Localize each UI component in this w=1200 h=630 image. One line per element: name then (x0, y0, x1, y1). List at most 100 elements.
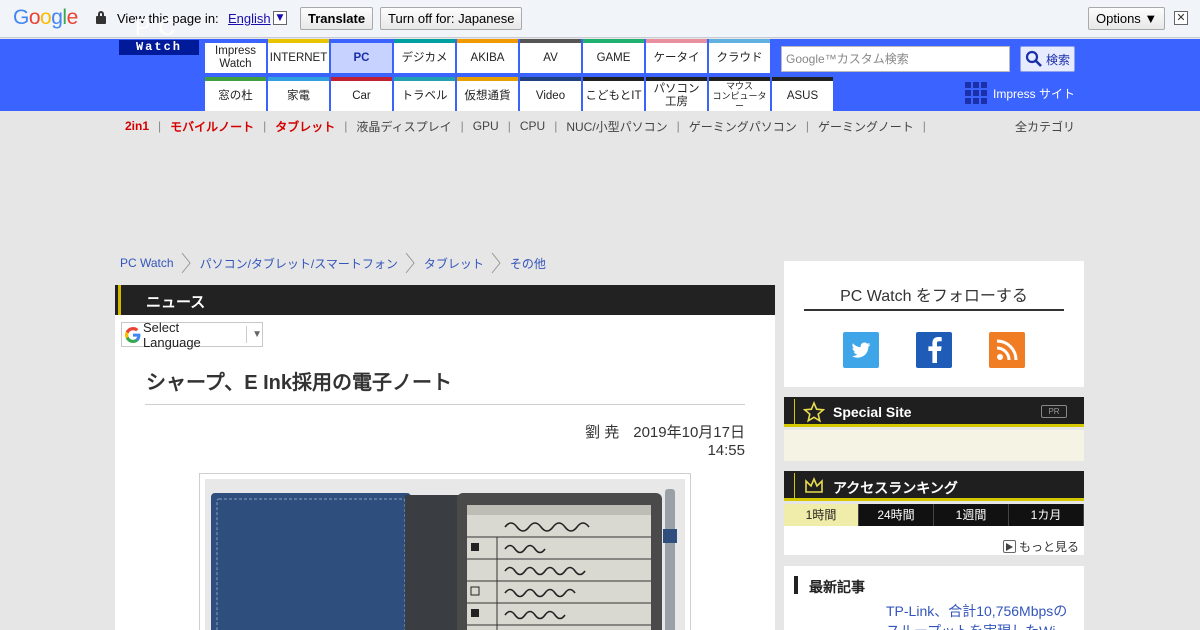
breadcrumb-item[interactable]: PC Watch (120, 256, 174, 270)
chevron-right-icon (405, 252, 415, 274)
nav-item[interactable]: Impress Watch (205, 39, 266, 73)
breadcrumb-item[interactable]: その他 (510, 255, 546, 272)
subnav-item[interactable]: NUC/小型パソコン (557, 118, 676, 135)
article-image (205, 479, 685, 630)
google-logo-letter: G (13, 6, 29, 29)
ranking-header: アクセスランキング (784, 471, 1084, 501)
nav-item-label: INTERNET (269, 51, 328, 64)
language-link[interactable]: English (228, 11, 271, 26)
chevron-right-icon (181, 252, 191, 274)
ranking-tab[interactable]: 1時間 (784, 504, 859, 526)
nav-item[interactable]: デジカメ (394, 39, 455, 73)
nav-item-label: ASUS (786, 89, 819, 102)
ranking-tab[interactable]: 24時間 (859, 504, 934, 526)
turn-off-button[interactable]: Turn off for: Japanese (380, 7, 523, 30)
logo-watch: Watch (119, 40, 199, 55)
nav-item[interactable]: クラウド (709, 39, 770, 73)
breadcrumb-item[interactable]: タブレット (424, 255, 484, 272)
ranking-title: アクセスランキング (833, 480, 958, 496)
nav-item-label: PC (353, 51, 370, 64)
nav-item[interactable]: 窓の杜 (205, 77, 266, 111)
section-header: ニュース (115, 285, 775, 315)
ranking-tab[interactable]: 1カ月 (1009, 504, 1084, 526)
impress-site-link[interactable]: Impress サイト (965, 82, 1075, 104)
nav-item-label: Impress Watch (215, 45, 256, 70)
play-icon (1003, 540, 1016, 553)
follow-box: PC Watch をフォローする (784, 261, 1084, 387)
site-logo[interactable]: PC Watch (119, 14, 199, 56)
search-icon (1025, 50, 1042, 67)
subnav-item[interactable]: モバイルノート (161, 118, 263, 135)
facebook-icon[interactable] (916, 332, 952, 368)
nav-item-label: 仮想通貨 (464, 89, 511, 102)
options-button[interactable]: Options ▼ (1088, 7, 1166, 30)
publish-date: 2019年10月17日 14:55 (633, 424, 745, 459)
subnav-item[interactable]: ゲーミングノート (809, 118, 923, 135)
translate-button[interactable]: Translate (300, 7, 374, 30)
chevron-right-icon (491, 252, 501, 274)
subnav-separator: | (922, 119, 926, 133)
subnav-item[interactable]: GPU (464, 119, 508, 133)
nav-item-label: ケータイ (653, 51, 700, 64)
nav-item-label: GAME (596, 51, 631, 64)
nav-item[interactable]: INTERNET (268, 39, 329, 73)
select-language-dropdown[interactable]: Select Language ▼ (121, 320, 263, 350)
search-input[interactable]: Google™カスタム検索 (781, 46, 1010, 72)
latest-articles: 最新記事 TP-Link、合計10,756Mbpsのスループットを実現したWi (784, 566, 1084, 630)
subnav-item[interactable]: 2in1 (125, 119, 158, 133)
subnav-item[interactable]: タブレット (266, 118, 344, 135)
nav-item[interactable]: Video (520, 77, 581, 111)
logo-pc: PC (135, 14, 183, 40)
ranking-tabs: 1時間 24時間 1週間 1カ月 (784, 504, 1084, 526)
google-g-icon (125, 326, 141, 343)
nav-item[interactable]: 仮想通貨 (457, 77, 518, 111)
nav-item-label: 窓の杜 (218, 89, 253, 102)
breadcrumb: PC Watch パソコン/タブレット/スマートフォン タブレット その他 (120, 252, 552, 274)
nav-item[interactable]: マウス コンピューター (709, 77, 770, 111)
author-name: 劉 尭 (585, 424, 620, 441)
byline: 劉 尭 2019年10月17日 14:55 (530, 421, 745, 459)
nav-item[interactable]: 家電 (268, 77, 329, 111)
subnav-item[interactable]: ゲーミングパソコン (680, 118, 806, 135)
nav-item-label: マウス コンピューター (712, 81, 767, 111)
search-button-label: 検索 (1045, 52, 1070, 67)
latest-title: 最新記事 (809, 579, 865, 595)
google-logo-letter: o (28, 6, 41, 29)
close-icon[interactable]: ✕ (1174, 11, 1188, 25)
nav-item-label: トラベル (401, 89, 448, 102)
more-link[interactable]: もっと見る (1003, 538, 1079, 555)
nav-item[interactable]: こどもとIT (583, 77, 644, 111)
pr-badge: PR (1041, 405, 1067, 418)
article-image-frame[interactable] (199, 473, 691, 630)
rss-icon[interactable] (989, 332, 1025, 368)
nav-item[interactable]: AV (520, 39, 581, 73)
article-title: シャープ、E Ink採用の電子ノート (146, 372, 452, 394)
language-dropdown-icon[interactable]: ▼ (273, 11, 287, 25)
all-categories-link[interactable]: 全カテゴリ (1015, 118, 1075, 135)
electronic-notebook-illustration (205, 479, 685, 630)
nav-item-label: クラウド (716, 51, 763, 64)
nav-item[interactable]: トラベル (394, 77, 455, 111)
nav-item[interactable]: AKIBA (457, 39, 518, 73)
breadcrumb-item[interactable]: パソコン/タブレット/スマートフォン (200, 255, 398, 272)
special-site-header: Special Site PR (784, 397, 1084, 427)
nav-item-label: デジカメ (401, 51, 448, 64)
google-logo-letter: e (66, 6, 79, 29)
crown-icon (805, 476, 823, 493)
nav-item[interactable]: GAME (583, 39, 644, 73)
latest-article-link[interactable]: TP-Link、合計10,756Mbpsのスループットを実現したWi (886, 601, 1076, 630)
impress-site-label: Impress サイト (993, 86, 1076, 101)
subnav-item[interactable]: CPU (511, 119, 554, 133)
twitter-icon[interactable] (843, 332, 879, 368)
nav-item[interactable]: パソコン 工房 (646, 77, 707, 111)
nav-item[interactable]: Car (331, 77, 392, 111)
special-site-body (784, 430, 1084, 461)
nav-item[interactable]: ケータイ (646, 39, 707, 73)
nav-item-label: こどもとIT (585, 89, 642, 102)
lock-icon (96, 11, 106, 24)
search-button[interactable]: 検索 (1020, 46, 1075, 72)
ranking-tab[interactable]: 1週間 (934, 504, 1009, 526)
nav-item[interactable]: PC (331, 39, 392, 73)
subnav-item[interactable]: 液晶ディスプレイ (347, 118, 460, 135)
nav-item[interactable]: ASUS (772, 77, 833, 111)
